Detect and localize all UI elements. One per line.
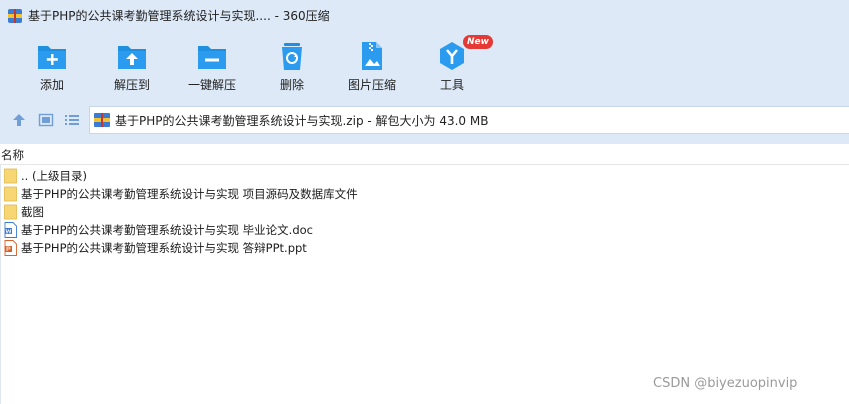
- add-label: 添加: [39, 78, 64, 92]
- image-compress-label: 图片压缩: [347, 78, 396, 92]
- folder-icon: [4, 204, 17, 220]
- file-name: 基于PHP的公共课考勤管理系统设计与实现 毕业论文.doc: [21, 223, 313, 237]
- window-title: 基于PHP的公共课考勤管理系统设计与实现.... - 360压缩: [28, 9, 330, 23]
- file-name: .. (上级目录): [21, 169, 87, 183]
- title-bar: 基于PHP的公共课考勤管理系统设计与实现.... - 360压缩: [0, 0, 849, 32]
- column-name-header[interactable]: 名称: [1, 147, 24, 163]
- list-item[interactable]: 基于PHP的公共课考勤管理系统设计与实现 答辩PPt.ppt: [0, 239, 849, 257]
- watermark-text: CSDN @biyezuopinvip: [653, 376, 798, 391]
- extract-to-label: 解压到: [113, 78, 150, 92]
- one-click-extract-button[interactable]: 一键解压: [172, 38, 252, 96]
- archive-app-icon: [8, 9, 22, 23]
- image-compress-icon: [362, 42, 382, 70]
- one-click-extract-label: 一键解压: [187, 78, 236, 92]
- list-view-icon[interactable]: [64, 112, 80, 128]
- column-header: 名称: [0, 144, 849, 165]
- image-compress-button[interactable]: 图片压缩: [332, 38, 412, 96]
- one-click-extract-icon: [198, 46, 226, 69]
- powerpoint-icon: [4, 240, 17, 256]
- list-item-parent-directory[interactable]: .. (上级目录): [0, 167, 849, 185]
- delete-icon: [282, 43, 302, 70]
- file-name: 基于PHP的公共课考勤管理系统设计与实现 项目源码及数据库文件: [21, 187, 358, 201]
- list-item[interactable]: 基于PHP的公共课考勤管理系统设计与实现 毕业论文.doc: [0, 221, 849, 239]
- folder-icon: [4, 168, 17, 184]
- navigation-bar: 基于PHP的公共课考勤管理系统设计与实现.zip - 解包大小为 43.0 MB: [0, 98, 849, 144]
- tools-button[interactable]: New 工具: [412, 35, 493, 96]
- toolbar: 添加 解压到 一键解压 删除 图片压缩 New 工具: [0, 32, 849, 98]
- thumbnail-view-icon[interactable]: [38, 112, 54, 128]
- extract-to-button[interactable]: 解压到: [92, 38, 172, 96]
- file-name: 截图: [21, 205, 44, 219]
- tools-label: 工具: [439, 78, 464, 92]
- folder-icon: [4, 186, 17, 202]
- path-bar[interactable]: 基于PHP的公共课考勤管理系统设计与实现.zip - 解包大小为 43.0 MB: [89, 106, 849, 134]
- file-list: .. (上级目录) 基于PHP的公共课考勤管理系统设计与实现 项目源码及数据库文…: [0, 167, 849, 257]
- delete-label: 删除: [279, 78, 304, 92]
- list-item[interactable]: 截图: [0, 203, 849, 221]
- extract-to-icon: [118, 46, 146, 69]
- add-icon: [38, 46, 66, 69]
- word-document-icon: [4, 222, 17, 238]
- delete-button[interactable]: 删除: [252, 38, 332, 96]
- up-arrow-icon[interactable]: [11, 112, 27, 128]
- add-button[interactable]: 添加: [12, 38, 92, 96]
- new-badge: New: [463, 35, 493, 49]
- list-item[interactable]: 基于PHP的公共课考勤管理系统设计与实现 项目源码及数据库文件: [0, 185, 849, 203]
- zip-file-icon: [94, 113, 110, 127]
- file-name: 基于PHP的公共课考勤管理系统设计与实现 答辩PPt.ppt: [21, 241, 307, 255]
- archive-path-text: 基于PHP的公共课考勤管理系统设计与实现.zip - 解包大小为 43.0 MB: [115, 114, 489, 128]
